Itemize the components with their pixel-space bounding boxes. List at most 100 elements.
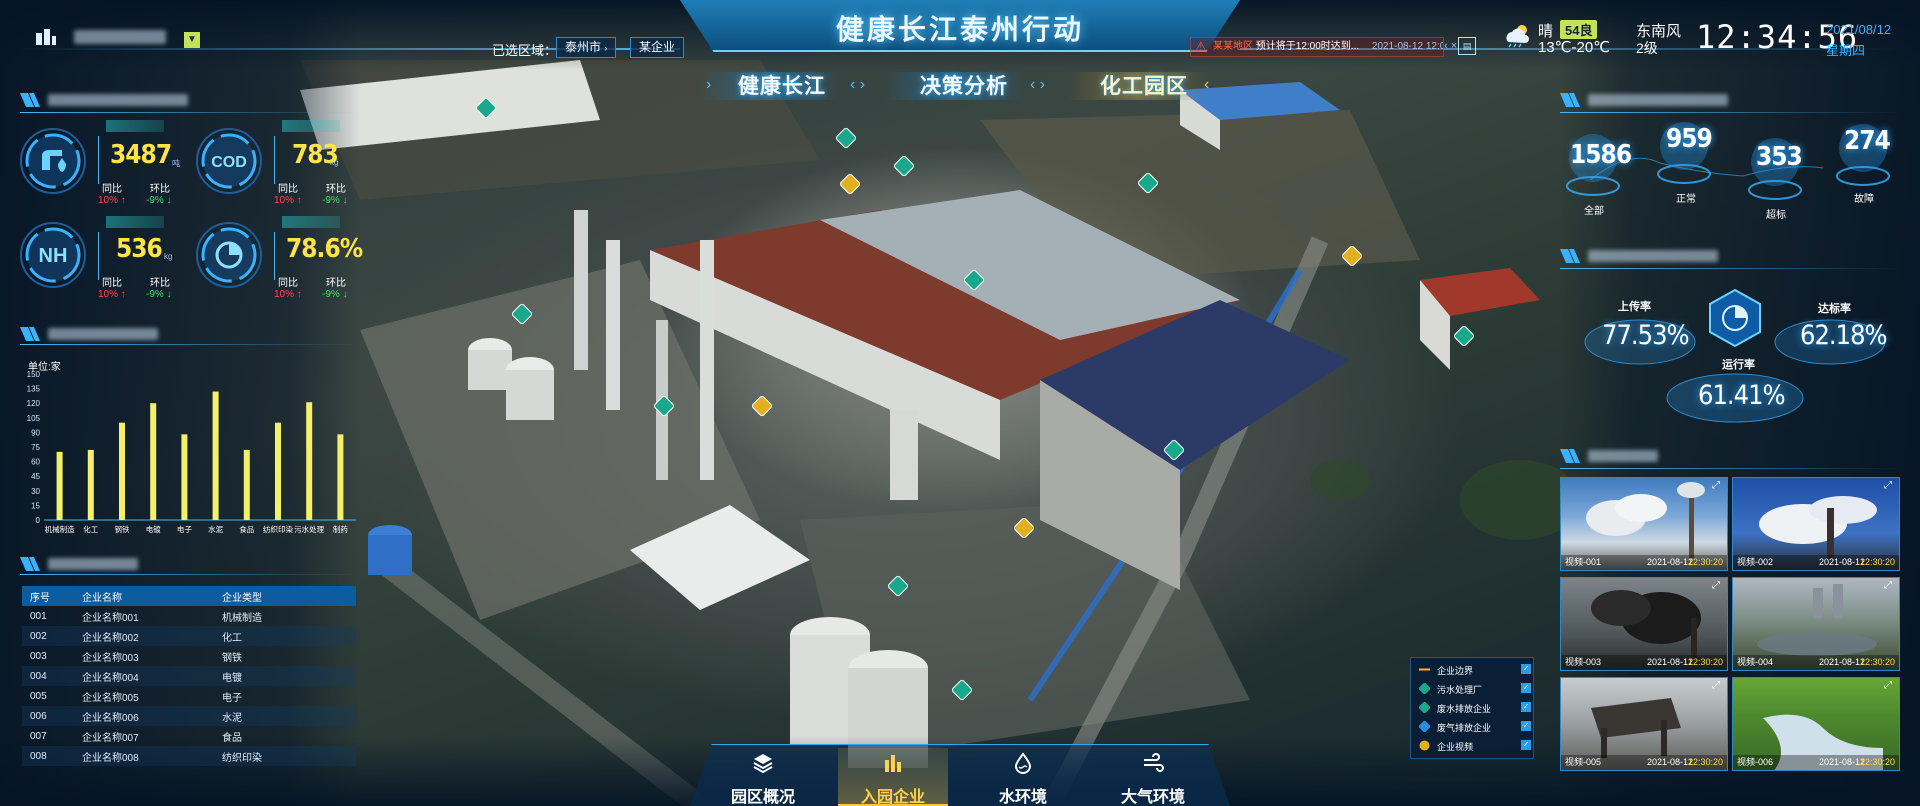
tab-air-environment[interactable]: 大气环境 xyxy=(1098,748,1208,806)
nav-chemical-park[interactable]: 化工园区 xyxy=(1100,70,1188,100)
table-header: 序号 企业名称 企业类型 xyxy=(22,586,356,606)
legend-item-boundary[interactable]: 企业边界 ✓ xyxy=(1419,662,1531,678)
enterprise-bar-chart: 0 15 30 45 60 75 90 105 120 135 150 机械制造 化工 钢铁 电镀 电子 水泥 食… xyxy=(27,370,356,534)
city-select[interactable]: 泰州市 › xyxy=(556,37,617,58)
tab-park-overview[interactable]: 园区概况 xyxy=(708,748,818,806)
arrow-down-icon: ↓ xyxy=(166,289,172,300)
video-thumbnail[interactable]: ⤢ 视频-001 2021-08-12 12:30:20 xyxy=(1560,477,1728,571)
bar-纺织印染 xyxy=(275,422,281,520)
y-tick-label: 0 xyxy=(36,516,41,525)
bar-水泥 xyxy=(212,391,219,520)
kpi-yoy: 10% ↑ xyxy=(98,195,126,206)
arrow-up-icon: ↑ xyxy=(120,195,126,206)
stat-total-value: 1586 xyxy=(1570,140,1632,170)
alert-nav-controls[interactable]: ‹ × xyxy=(1444,40,1457,52)
video-thumbnail[interactable]: ⤢ 视频-003 2021-08-12 12:30:20 xyxy=(1560,577,1728,671)
stat-normal-label: 正常 xyxy=(1676,194,1696,205)
video-thumbnail[interactable]: ⤢ 视频-004 2021-08-12 12:30:20 xyxy=(1732,577,1900,671)
legend-item-wastewater[interactable]: 废水排放企业 ✓ xyxy=(1419,700,1531,716)
chevron-down-icon[interactable]: ▼ xyxy=(184,32,200,48)
stat-normal-value: 959 xyxy=(1666,124,1713,154)
nav-health-yangtze[interactable]: 健康长江 xyxy=(738,70,826,100)
stat-fault-value: 274 xyxy=(1844,126,1891,156)
stat-exceed-value: 353 xyxy=(1756,142,1803,172)
pie-chart-icon xyxy=(196,222,262,288)
alert-message: 预计将于12:00时达到... xyxy=(1255,41,1360,52)
expand-icon[interactable]: ⤢ xyxy=(1884,480,1896,492)
chevron-right-icon: ‹ › xyxy=(1030,76,1046,93)
layers-icon xyxy=(753,754,773,774)
x-tick-label: 食品 xyxy=(239,524,254,534)
kpi-mom: -9% ↓ xyxy=(322,195,348,206)
bar-食品 xyxy=(243,449,250,520)
sewage-plant-icon xyxy=(1419,683,1430,694)
expand-icon[interactable]: ⤢ xyxy=(1712,680,1724,692)
bar-制药 xyxy=(337,434,344,520)
weekday: 星期四 xyxy=(1826,43,1866,58)
kpi-mom: -9% ↓ xyxy=(146,289,172,300)
x-tick-label: 纺织印染 xyxy=(263,524,293,534)
table-row[interactable]: 008 企业名称008 纺织印染 xyxy=(22,746,356,766)
arrow-down-icon: ↓ xyxy=(342,289,348,300)
temperature: 13℃-20℃ xyxy=(1538,39,1611,56)
y-tick-label: 45 xyxy=(31,472,40,481)
compliance-rate-label: 达标率 xyxy=(1818,303,1851,315)
table-row[interactable]: 005 企业名称005 电子 xyxy=(22,686,356,706)
alert-ticker[interactable]: ⚠ 某某地区 预计将于12:00时达到... 2021-08-12 12:00 xyxy=(1190,37,1444,57)
checkbox[interactable]: ✓ xyxy=(1521,721,1531,731)
table-row[interactable]: 004 企业名称004 电镀 xyxy=(22,666,356,686)
y-tick-label: 15 xyxy=(31,501,40,510)
section-header-monitoring xyxy=(1560,90,1900,110)
table-row[interactable]: 002 企业名称002 化工 xyxy=(22,626,356,646)
table-row[interactable]: 001 企业名称001 机械制造 xyxy=(22,606,356,626)
y-tick-label: 30 xyxy=(31,487,40,496)
upload-rate-label: 上传率 xyxy=(1618,301,1651,313)
kpi-yoy: 10% ↑ xyxy=(274,289,302,300)
checkbox[interactable]: ✓ xyxy=(1521,702,1531,712)
kpi-yoy: 10% ↑ xyxy=(274,195,302,206)
checkbox[interactable]: ✓ xyxy=(1521,740,1531,750)
bar-钢铁 xyxy=(119,422,125,520)
checkbox[interactable]: ✓ xyxy=(1521,664,1531,674)
expand-icon[interactable]: ⤢ xyxy=(1712,580,1724,592)
chevron-right-icon: › xyxy=(604,43,608,53)
expand-icon[interactable]: ⤢ xyxy=(1884,580,1896,592)
arrow-down-icon: ↓ xyxy=(166,195,172,206)
kpi-mom: -9% ↓ xyxy=(146,195,172,206)
legend-item-exhaust[interactable]: 废气排放企业 ✓ xyxy=(1419,719,1531,735)
y-tick-label: 150 xyxy=(27,370,41,379)
expand-icon[interactable]: ⤢ xyxy=(1884,680,1896,692)
company-select[interactable]: 某企业 xyxy=(630,37,685,58)
map-legend: 企业边界 ✓ 污水处理厂 ✓ 废水排放企业 ✓ 废气排放企业 ✓ 企业视频 ✓ xyxy=(1410,657,1534,759)
kpi-yoy: 10% ↑ xyxy=(98,289,126,300)
wastewater-icon xyxy=(1419,702,1430,713)
operation-rate-value: 61.41% xyxy=(1698,380,1786,411)
operation-rate-label: 运行率 xyxy=(1722,359,1755,371)
kpi-yoy-label: 同比 xyxy=(278,184,298,195)
legend-item-sewage-plant[interactable]: 污水处理厂 ✓ xyxy=(1419,681,1531,697)
bar-化工 xyxy=(87,449,94,520)
page-title: 健康长江泰州行动 xyxy=(835,14,1084,45)
kpi-value: 3487 xyxy=(110,140,172,170)
subtitles-icon[interactable]: ▤ xyxy=(1458,37,1476,55)
video-thumbnail[interactable]: ⤢ 视频-005 2021-08-12 12:30:20 xyxy=(1560,677,1728,771)
legend-item-video[interactable]: 企业视频 ✓ xyxy=(1419,738,1531,754)
region-label: 已选区域： xyxy=(492,43,558,58)
video-thumbnail[interactable]: ⤢ 视频-006 2021-08-12 12:30:20 xyxy=(1732,677,1900,771)
x-tick-label: 钢铁 xyxy=(115,524,130,534)
checkbox[interactable]: ✓ xyxy=(1521,683,1531,693)
nh-icon: NH xyxy=(20,222,86,288)
section-header-enterprise-list xyxy=(20,554,360,574)
y-tick-label: 60 xyxy=(31,458,40,467)
nav-decision-analysis[interactable]: 决策分析 xyxy=(920,70,1008,100)
table-row[interactable]: 007 企业名称007 食品 xyxy=(22,726,356,746)
video-thumbnail[interactable]: ⤢ 视频-002 2021-08-12 12:30:20 xyxy=(1732,477,1900,571)
expand-icon[interactable]: ⤢ xyxy=(1712,480,1724,492)
compliance-rate-value: 62.18% xyxy=(1800,320,1888,351)
table-row[interactable]: 003 企业名称003 钢铁 xyxy=(22,646,356,666)
x-tick-label: 电子 xyxy=(177,524,192,534)
tab-enterprises[interactable]: 入园企业 xyxy=(838,748,948,806)
tab-water-environment[interactable]: 水环境 xyxy=(968,748,1078,806)
date: 2021/08/12 xyxy=(1826,22,1892,37)
table-row[interactable]: 006 企业名称006 水泥 xyxy=(22,706,356,726)
